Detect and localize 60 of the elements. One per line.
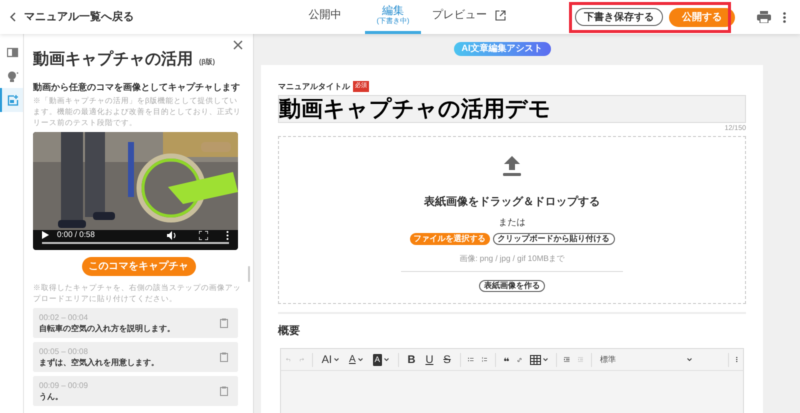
segment-time: 00:02 – 00:04 (39, 312, 89, 322)
volume-icon[interactable] (167, 230, 177, 240)
panel-subtitle: 動画から任意のコマを画像としてキャプチャします (33, 81, 240, 93)
nav-tab[interactable]: 公開中 (285, 0, 365, 34)
video-time: 0:00 / 0:58 (57, 229, 95, 241)
capture-icon (6, 94, 18, 106)
upload-icon (503, 156, 521, 176)
more-vertical-icon[interactable] (783, 12, 786, 22)
upload-heading: 表紙画像をドラッグ＆ドロップする (424, 194, 600, 210)
style-select[interactable]: 標準 (600, 354, 696, 366)
caret-icon (384, 358, 389, 361)
save-draft-button[interactable]: 下書き保存する (575, 8, 663, 26)
strikethrough-button[interactable]: S (442, 354, 452, 366)
play-icon[interactable] (42, 231, 49, 239)
segment-text: まずは、空気入れを用意します。 (39, 356, 160, 368)
table-icon (530, 354, 541, 364)
clipboard-icon[interactable] (220, 318, 228, 328)
font-size-button[interactable]: AI (320, 354, 340, 366)
quote-icon[interactable] (504, 356, 509, 363)
fullscreen-icon[interactable] (199, 230, 208, 240)
bullet-list-icon[interactable] (468, 355, 474, 364)
indent-icon[interactable] (564, 355, 570, 364)
chevron-left-icon (10, 12, 16, 22)
segment-time: 00:05 – 00:08 (39, 346, 89, 356)
title-input[interactable]: 動画キャプチャの活用デモ (278, 94, 746, 122)
close-icon[interactable] (233, 40, 243, 50)
rich-text-editor[interactable]: AI A A B U S 標準 (280, 348, 744, 413)
nav-tab[interactable]: プレビュー (421, 0, 517, 34)
make-cover-button[interactable]: 表紙画像を作る (479, 280, 545, 292)
segment-text: うん。 (39, 390, 64, 402)
numbered-list-icon[interactable] (482, 355, 488, 364)
book-icon (6, 46, 18, 58)
more-vertical-icon[interactable] (226, 230, 229, 240)
caret-icon (358, 358, 363, 361)
caret-icon (686, 358, 692, 361)
table-button[interactable] (530, 354, 548, 364)
transcript-card[interactable]: 00:02 – 00:04 自転車の空気の入れ方を説明します。 (33, 308, 238, 338)
scrollbar-thumb[interactable] (248, 266, 250, 282)
lightbulb-icon (6, 70, 18, 82)
or-label: または (498, 216, 526, 229)
caret-icon (542, 358, 548, 361)
rail-tab[interactable] (0, 88, 23, 112)
transcript-card[interactable]: 00:09 – 00:09 うん。 (33, 376, 238, 406)
print-icon[interactable] (757, 11, 771, 23)
font-color-button[interactable]: A (348, 354, 364, 366)
panel-title: 動画キャプチャの活用 (33, 49, 193, 70)
caret-icon (334, 358, 339, 361)
underline-button[interactable]: U (424, 354, 434, 366)
field-label: マニュアルタイトル (278, 80, 350, 92)
clipboard-icon[interactable] (220, 352, 228, 362)
bold-button[interactable]: B (406, 354, 416, 366)
upload-dropzone[interactable]: 表紙画像をドラッグ＆ドロップする または ファイルを選択する クリップボードから貼り付ける 画像: png / jpg / gif 10MBまで 表紙画像を作る (278, 136, 746, 304)
back-link[interactable]: マニュアル一覧へ戻る (0, 8, 280, 26)
segment-time: 00:09 – 00:09 (39, 380, 89, 390)
segment-text: 自転車の空気の入れ方を説明します。 (39, 322, 176, 334)
transcript-card[interactable]: 00:05 – 00:08 まずは、空気入れを用意します。 (33, 342, 238, 372)
clipboard-icon[interactable] (220, 386, 228, 396)
section-heading: 概要 (278, 324, 301, 338)
file-formats: 画像: png / jpg / gif 10MBまで (459, 252, 565, 264)
paste-button[interactable]: クリップボードから貼り付ける (492, 232, 614, 244)
